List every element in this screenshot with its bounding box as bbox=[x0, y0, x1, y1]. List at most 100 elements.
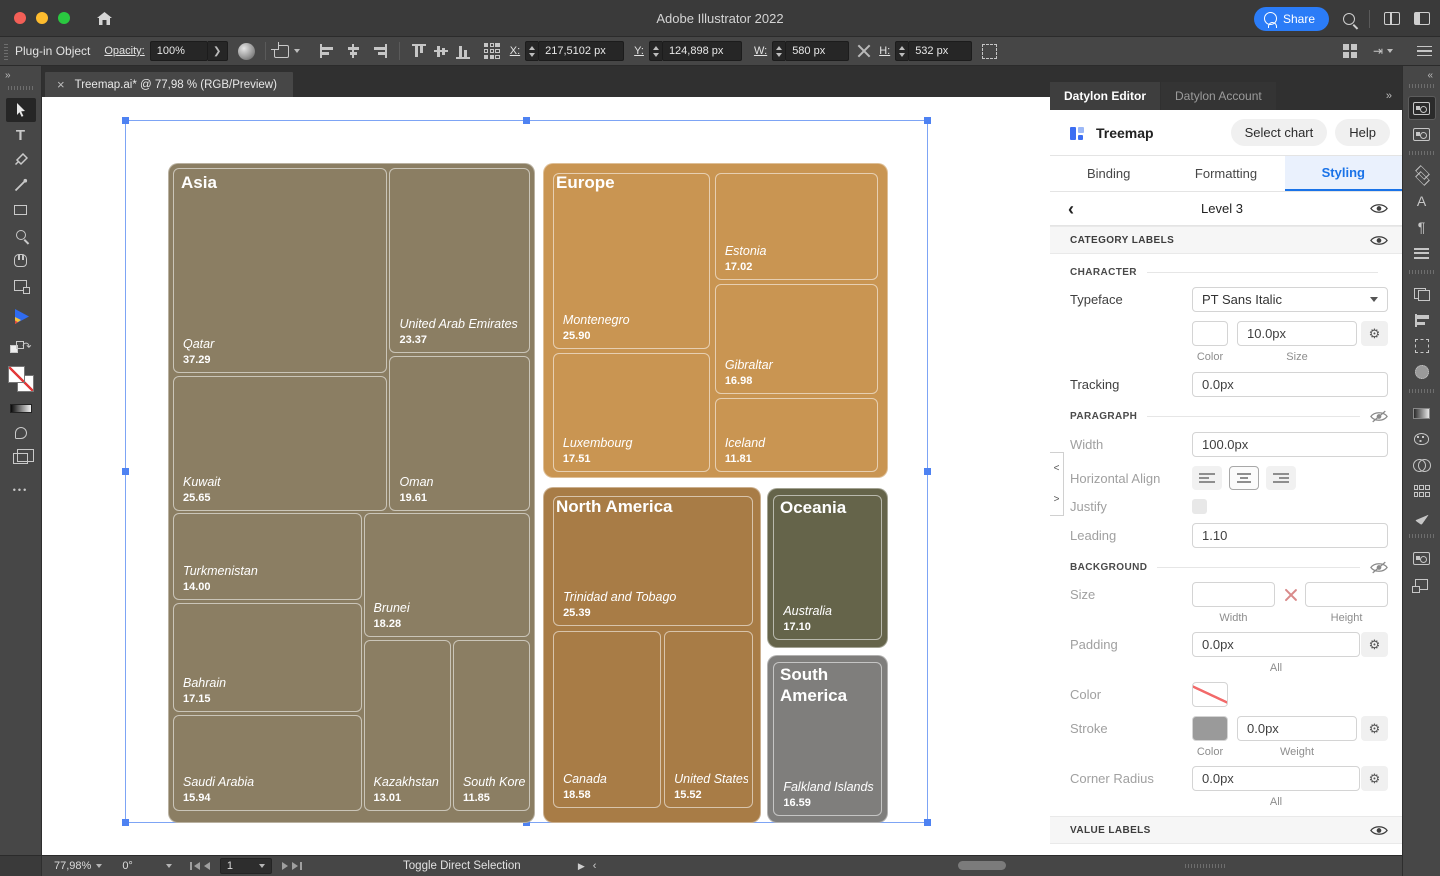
first-artboard-button[interactable] bbox=[189, 862, 200, 870]
padding-input[interactable]: 0.0px bbox=[1192, 632, 1360, 657]
selection-handle[interactable] bbox=[924, 467, 931, 475]
treemap[interactable]: Qatar 37.29 United Arab Emirates 23.37 Kuwai… bbox=[168, 163, 888, 823]
tab-formatting[interactable]: Formatting bbox=[1167, 156, 1284, 191]
x-value-field[interactable]: 217,5102 px bbox=[538, 41, 625, 61]
treemap-cell[interactable]: Saudi Arabia 15.94 bbox=[173, 714, 363, 811]
close-tab-icon[interactable]: × bbox=[57, 77, 65, 92]
last-artboard-button[interactable] bbox=[291, 862, 302, 870]
help-button[interactable]: Help bbox=[1335, 119, 1390, 146]
libraries-panel-button[interactable] bbox=[1407, 96, 1436, 120]
align-bottom-icon[interactable] bbox=[455, 44, 470, 59]
dock-drag-handle[interactable] bbox=[1408, 84, 1435, 88]
tab-datylon-editor[interactable]: Datylon Editor bbox=[1050, 82, 1161, 110]
selection-handle[interactable] bbox=[924, 819, 931, 826]
value-labels-visibility-icon[interactable] bbox=[1370, 824, 1388, 837]
dock-drag-handle[interactable] bbox=[1408, 389, 1435, 393]
pathfinder-panel-button[interactable] bbox=[1408, 282, 1436, 306]
selection-tool[interactable] bbox=[5, 98, 36, 122]
typeface-dropdown[interactable]: PT Sans Italic bbox=[1192, 287, 1388, 312]
panel-menu-icon[interactable]: » bbox=[1386, 90, 1392, 102]
swap-fill-stroke[interactable]: ↷ bbox=[6, 337, 36, 361]
symbols-panel-button[interactable] bbox=[1408, 572, 1436, 596]
treemap-cell[interactable]: Turkmenistan 14.00 bbox=[173, 513, 363, 601]
arrange-icon[interactable]: ⇥ bbox=[1373, 44, 1383, 58]
home-icon[interactable] bbox=[96, 11, 113, 26]
artboard-navigation-field[interactable]: 1 bbox=[219, 858, 272, 874]
workspace-switcher-icon[interactable] bbox=[1384, 12, 1400, 25]
shaper-tool[interactable] bbox=[6, 421, 36, 445]
previous-artboard-button[interactable] bbox=[203, 862, 210, 870]
collapse-left-icon[interactable]: < bbox=[1054, 463, 1060, 474]
font-color-swatch[interactable] bbox=[1192, 321, 1228, 346]
corner-radius-settings-button[interactable]: ⚙ bbox=[1361, 766, 1388, 791]
hand-tool[interactable] bbox=[6, 248, 36, 272]
height-label[interactable]: H: bbox=[879, 45, 890, 57]
gradient-tool[interactable] bbox=[6, 396, 36, 420]
assets-panel-button[interactable] bbox=[1408, 122, 1436, 146]
appearance-panel-button[interactable] bbox=[1408, 360, 1436, 384]
treemap-cell[interactable]: Kazakhstan 13.01 bbox=[363, 639, 452, 811]
paragraph-panel-button[interactable]: ¶ bbox=[1408, 215, 1436, 239]
y-value-field[interactable]: 124,898 px bbox=[661, 41, 742, 61]
corner-radius-input[interactable]: 0.0px bbox=[1192, 766, 1360, 791]
treemap-cell[interactable]: Oman 19.61 bbox=[389, 356, 530, 511]
unlink-dimensions-icon[interactable] bbox=[857, 44, 871, 58]
treemap-group-europe[interactable]: Montenegro 25.90 Estonia 17.02 Gibraltar 16.9… bbox=[543, 163, 888, 478]
next-artboard-button[interactable] bbox=[281, 862, 288, 870]
dock-drag-handle[interactable] bbox=[1408, 534, 1435, 538]
brushes-panel-button[interactable] bbox=[1408, 546, 1436, 570]
font-size-settings-button[interactable]: ⚙ bbox=[1361, 321, 1388, 346]
height-stepper[interactable] bbox=[895, 41, 909, 61]
tracking-input[interactable]: 0.0px bbox=[1192, 372, 1388, 397]
treemap-group-asia[interactable]: Qatar 37.29 United Arab Emirates 23.37 Kuwai… bbox=[168, 163, 535, 823]
zoom-tool[interactable] bbox=[6, 223, 36, 247]
background-visibility-off-icon[interactable] bbox=[1370, 561, 1388, 574]
treemap-group-north-america[interactable]: Trinidad and Tobago 25.39 Canada 18.58 Unite… bbox=[543, 487, 761, 823]
search-icon[interactable] bbox=[1343, 12, 1355, 25]
chevron-down-icon[interactable] bbox=[293, 49, 300, 53]
tab-binding[interactable]: Binding bbox=[1050, 156, 1167, 191]
unlink-size-icon[interactable] bbox=[1283, 587, 1298, 603]
treemap-cell[interactable]: Brunei 18.28 bbox=[363, 513, 530, 638]
treemap-cell[interactable]: South Korea 11.85 bbox=[452, 639, 530, 811]
layers-panel-button[interactable] bbox=[1408, 163, 1436, 187]
datylon-tool[interactable] bbox=[6, 304, 36, 328]
justify-checkbox[interactable] bbox=[1192, 499, 1207, 514]
color-panel-button[interactable] bbox=[1408, 427, 1436, 451]
align-center-icon[interactable] bbox=[345, 44, 362, 58]
stroke-color-swatch[interactable] bbox=[1192, 716, 1228, 741]
treemap-cell[interactable]: Montenegro 25.90 bbox=[552, 173, 711, 349]
opacity-value-field[interactable]: 100% bbox=[149, 41, 208, 61]
selection-handle[interactable] bbox=[522, 117, 530, 124]
type-tool[interactable]: T bbox=[6, 123, 36, 147]
background-color-swatch-none[interactable] bbox=[1192, 682, 1228, 707]
collapse-dock-icon[interactable]: « bbox=[1427, 70, 1433, 81]
fill-swatch-none[interactable] bbox=[7, 366, 25, 383]
selection-handle[interactable] bbox=[122, 819, 129, 826]
align-text-left-button[interactable] bbox=[1192, 466, 1222, 490]
width-label[interactable]: W: bbox=[754, 45, 767, 57]
paragraph-visibility-off-icon[interactable] bbox=[1370, 410, 1388, 423]
pen-tool[interactable] bbox=[6, 148, 36, 172]
character-panel-button[interactable]: A bbox=[1408, 189, 1436, 213]
play-icon[interactable]: ▶ bbox=[578, 861, 585, 872]
shape-modes-icon[interactable] bbox=[1342, 44, 1357, 58]
treemap-cell[interactable]: Qatar 37.29 bbox=[173, 167, 387, 374]
document-tab[interactable]: × Treemap.ai* @ 77,98 % (RGB/Preview) bbox=[45, 72, 293, 97]
selection-handle[interactable] bbox=[924, 117, 931, 124]
panel-collapse-strip[interactable]: < > bbox=[1050, 452, 1064, 516]
gradient-panel-button[interactable] bbox=[1408, 401, 1436, 425]
select-chart-button[interactable]: Select chart bbox=[1230, 119, 1328, 146]
leading-input[interactable]: 1.10 bbox=[1192, 523, 1388, 548]
opacity-label[interactable]: Opacity: bbox=[104, 45, 144, 57]
treemap-cell[interactable]: Canada 18.58 bbox=[553, 630, 661, 809]
arrange-documents-icon[interactable] bbox=[1414, 12, 1430, 25]
opacity-dropdown-button[interactable]: ❯ bbox=[207, 41, 228, 61]
distribute-grid-icon[interactable] bbox=[483, 43, 500, 59]
tools-drag-handle[interactable] bbox=[7, 86, 34, 90]
align-text-center-button[interactable] bbox=[1229, 466, 1259, 490]
expand-tools-icon[interactable]: » bbox=[5, 70, 11, 81]
level-visibility-icon[interactable] bbox=[1370, 202, 1388, 215]
close-window-button[interactable] bbox=[14, 12, 26, 24]
y-stepper[interactable] bbox=[648, 41, 662, 61]
